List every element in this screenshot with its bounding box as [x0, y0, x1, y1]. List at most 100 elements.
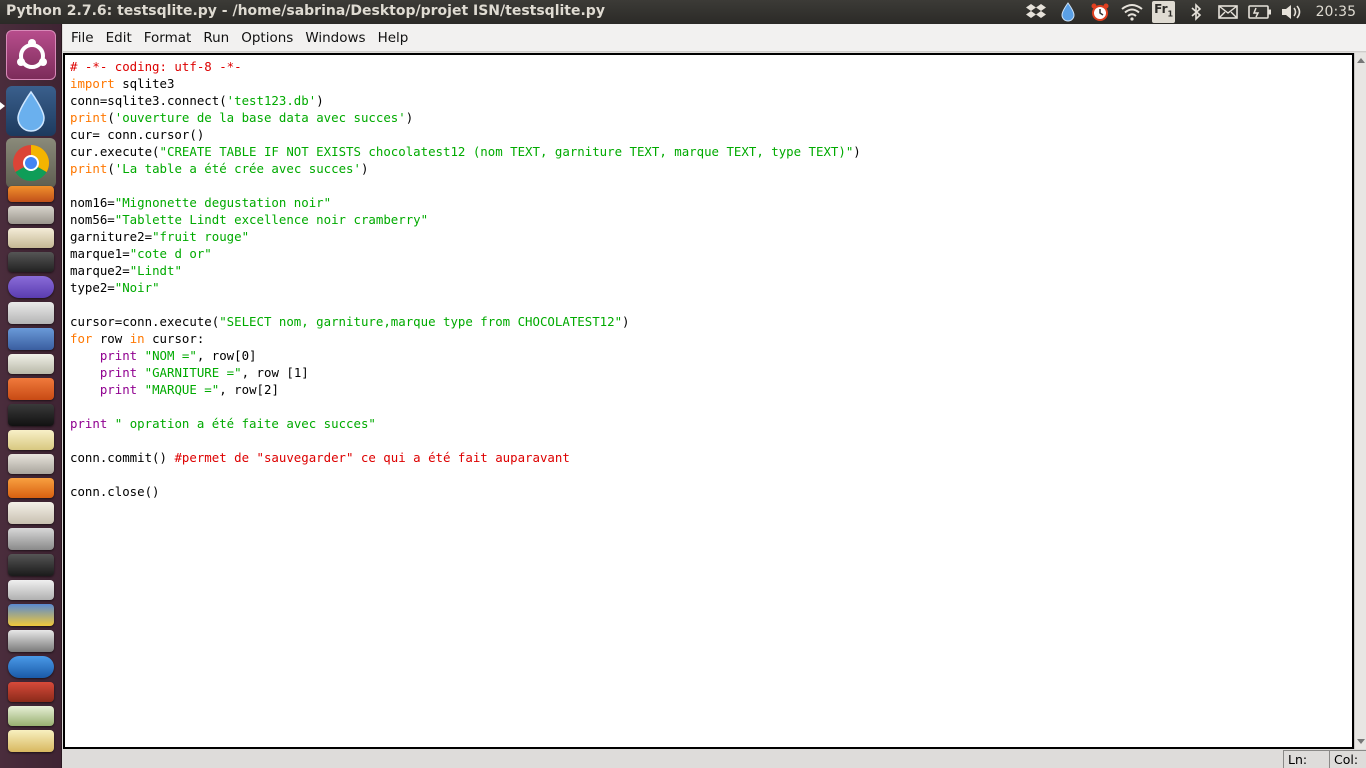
code-line[interactable]: conn=sqlite3.connect('test123.db') [70, 92, 1352, 109]
code-line[interactable]: # -*- coding: utf-8 -*- [70, 58, 1352, 75]
code-line[interactable]: import sqlite3 [70, 75, 1352, 92]
code-line[interactable]: print "NOM =", row[0] [70, 347, 1352, 364]
ubuntu-dash-icon[interactable] [6, 30, 56, 80]
status-bar: Ln: 27 Col: 0 [63, 749, 1366, 768]
code-line[interactable]: print('La table a été crée avec succes') [70, 160, 1352, 177]
launcher-active-indicator [0, 102, 5, 110]
scroll-down-arrow-icon[interactable] [1357, 739, 1365, 744]
code-token: marque1= [70, 246, 130, 261]
code-line[interactable]: nom16="Mignonette degustation noir" [70, 194, 1352, 211]
mail-icon[interactable] [1216, 0, 1240, 24]
code-line[interactable] [70, 296, 1352, 313]
vlc-icon[interactable] [8, 478, 54, 498]
code-token: "GARNITURE =" [144, 365, 242, 380]
terminal-dark-icon[interactable] [8, 404, 54, 426]
music-icon[interactable] [8, 554, 54, 576]
code-line[interactable]: cur= conn.cursor() [70, 126, 1352, 143]
terminal-icon[interactable] [8, 252, 54, 272]
menu-file[interactable]: File [65, 24, 100, 52]
code-token: ) [622, 314, 630, 329]
code-line[interactable] [70, 466, 1352, 483]
code-line[interactable]: nom56="Tablette Lindt excellence noir cr… [70, 211, 1352, 228]
presentation-icon[interactable] [8, 228, 54, 248]
code-line[interactable]: marque1="cote d or" [70, 245, 1352, 262]
code-line[interactable] [70, 398, 1352, 415]
scanner-icon[interactable] [8, 454, 54, 474]
python-icon[interactable] [8, 604, 54, 626]
code-token: conn.commit() [70, 450, 175, 465]
keyboard-icon[interactable] [8, 528, 54, 550]
chrome-icon[interactable] [6, 138, 56, 188]
code-line[interactable]: for row in cursor: [70, 330, 1352, 347]
menu-run[interactable]: Run [197, 24, 235, 52]
code-token: cur= conn.cursor() [70, 127, 205, 142]
code-token: print [70, 161, 108, 176]
code-token: import [70, 76, 115, 91]
amazon-icon[interactable] [8, 502, 54, 524]
spreadsheet-icon[interactable] [8, 706, 54, 726]
menu-windows[interactable]: Windows [299, 24, 371, 52]
code-line[interactable]: type2="Noir" [70, 279, 1352, 296]
code-token: ) [405, 110, 414, 125]
vertical-scrollbar[interactable] [1354, 53, 1366, 749]
globe-icon[interactable] [8, 656, 54, 678]
code-line[interactable] [70, 432, 1352, 449]
drop-app-icon[interactable] [6, 86, 56, 136]
code-line[interactable]: conn.commit() #permet de "sauvegarder" c… [70, 449, 1352, 466]
code-line[interactable]: cursor=conn.execute("SELECT nom, garnitu… [70, 313, 1352, 330]
menu-edit[interactable]: Edit [100, 24, 138, 52]
code-line[interactable]: marque2="Lindt" [70, 262, 1352, 279]
files-icon[interactable] [8, 206, 54, 224]
code-token: ) [316, 93, 324, 108]
menu-format[interactable]: Format [138, 24, 198, 52]
code-line[interactable]: print " opration a été faite avec succes… [70, 415, 1352, 432]
code-token: print [70, 416, 108, 431]
indicator-area: Fr1 20:35 [1016, 0, 1356, 24]
font-viewer-icon[interactable] [8, 302, 54, 324]
keyboard-layout-icon[interactable]: Fr1 [1152, 0, 1176, 24]
code-token: "Mignonette degustation noir" [114, 195, 332, 210]
code-token: "Noir" [114, 280, 160, 295]
code-line[interactable]: conn.close() [70, 483, 1352, 500]
code-token: garniture2= [70, 229, 153, 244]
scroll-up-arrow-icon[interactable] [1357, 58, 1365, 63]
code-token: nom16= [70, 195, 115, 210]
dropbox-icon[interactable] [1024, 0, 1048, 24]
code-editor[interactable]: # -*- coding: utf-8 -*- import sqlite3 con… [63, 53, 1354, 749]
code-token: , row [1] [241, 365, 309, 380]
app-store-icon[interactable] [8, 378, 54, 400]
code-line[interactable]: print('ouverture de la base data avec su… [70, 109, 1352, 126]
wifi-icon[interactable] [1120, 0, 1144, 24]
code-token: "NOM =" [144, 348, 197, 363]
text-editor-icon[interactable] [8, 354, 54, 374]
calculator-icon[interactable] [8, 328, 54, 350]
viber-icon[interactable] [8, 276, 54, 298]
code-line[interactable]: cur.execute("CREATE TABLE IF NOT EXISTS … [70, 143, 1352, 160]
document-icon[interactable] [8, 730, 54, 752]
code-line[interactable]: print "MARQUE =", row[2] [70, 381, 1352, 398]
code-text-area[interactable]: # -*- coding: utf-8 -*- import sqlite3 con… [70, 58, 1352, 747]
menu-help[interactable]: Help [372, 24, 415, 52]
menu-options[interactable]: Options [235, 24, 299, 52]
notes-icon[interactable] [8, 430, 54, 450]
photo-icon[interactable] [8, 630, 54, 652]
code-line[interactable] [70, 177, 1352, 194]
alarm-clock-icon[interactable] [1088, 0, 1112, 24]
code-token: 'test123.db' [226, 93, 317, 108]
battery-icon[interactable] [1247, 0, 1272, 24]
window-title: Python 2.7.6: testsqlite.py - /home/sabr… [6, 3, 605, 19]
keyboard-layout-label: Fr [1154, 2, 1168, 17]
code-token: type2= [70, 280, 115, 295]
bluetooth-icon[interactable] [1184, 0, 1208, 24]
code-token: 'ouverture de la base data avec succes' [114, 110, 406, 125]
calendar-icon[interactable] [8, 580, 54, 600]
clock[interactable]: 20:35 [1316, 4, 1356, 20]
drop-icon[interactable] [1056, 0, 1080, 24]
code-line[interactable]: print "GARNITURE =", row [1] [70, 364, 1352, 381]
camera-icon[interactable] [8, 682, 54, 702]
firefox-icon[interactable] [8, 186, 54, 202]
volume-icon[interactable] [1280, 0, 1304, 24]
code-line[interactable]: garniture2="fruit rouge" [70, 228, 1352, 245]
